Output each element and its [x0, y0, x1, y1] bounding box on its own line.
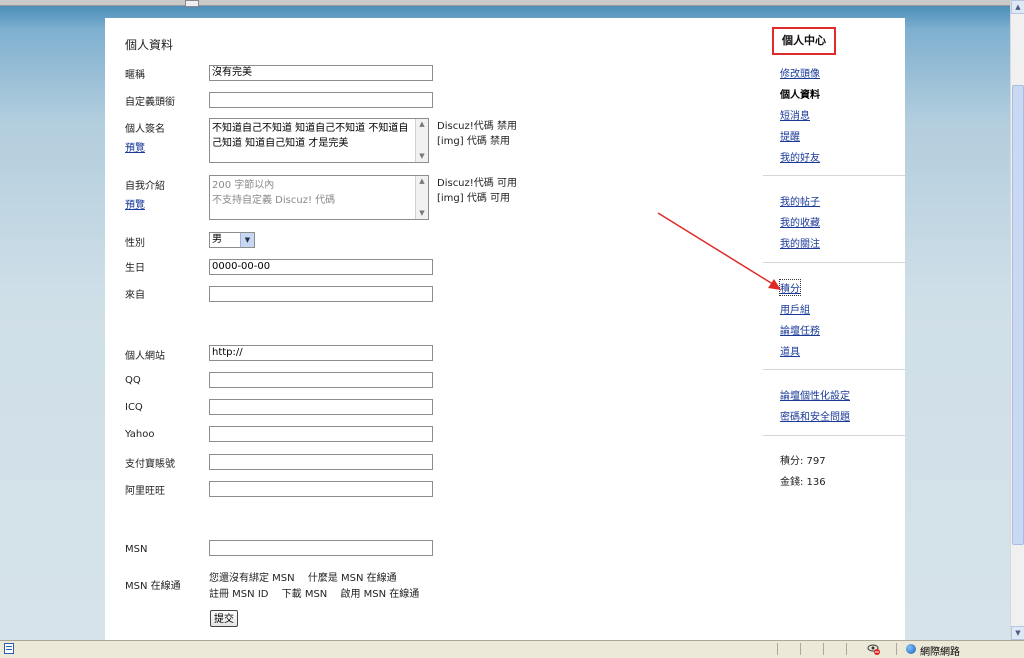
- scroll-up-icon[interactable]: ▲: [1011, 0, 1024, 14]
- page-title: 個人資料: [125, 38, 174, 52]
- scrollbar-thumb[interactable]: [1012, 85, 1024, 545]
- msn-online-row-1: 您還沒有綁定 MSN 什麼是 MSN 在線通: [209, 569, 407, 584]
- gender-select[interactable]: 男 ▼: [209, 232, 255, 248]
- bio-label: 自我介紹: [125, 181, 165, 192]
- sidebar-item-favorites[interactable]: 我的收藏: [780, 214, 820, 229]
- wangwang-input[interactable]: [209, 481, 433, 497]
- red-arrow-annotation: [657, 212, 781, 290]
- sidebar-item-friends[interactable]: 我的好友: [780, 149, 820, 164]
- sidebar-item-props[interactable]: 道具: [780, 343, 800, 358]
- submit-button[interactable]: 提交: [210, 610, 238, 627]
- nickname-label: 暱稱: [125, 70, 145, 81]
- from-label: 來自: [125, 290, 145, 301]
- enable-msn-online-link[interactable]: 啟用 MSN 在線通: [340, 589, 419, 600]
- signature-label: 個人簽名: [125, 124, 165, 135]
- yahoo-input[interactable]: [209, 426, 433, 442]
- sidebar-item-personalize[interactable]: 論壇個性化設定: [780, 387, 850, 402]
- status-divider: [800, 643, 801, 655]
- bio-textarea[interactable]: 200 字節以內 不支持自定義 Discuz! 代碼 ▲ ▼: [209, 175, 429, 220]
- gender-value: 男: [212, 234, 222, 245]
- status-divider: [846, 643, 847, 655]
- sidebar-item-usergroup[interactable]: 用戶組: [780, 301, 810, 316]
- bio-preview-link[interactable]: 預覽: [125, 196, 165, 211]
- signature-scrollbar[interactable]: ▲ ▼: [415, 119, 428, 162]
- qq-input[interactable]: [209, 372, 433, 388]
- page-done-icon: [4, 643, 14, 654]
- bio-notes: Discuz!代碼 可用 [img] 代碼 可用: [437, 176, 517, 206]
- bio-note-img: [img] 代碼 可用: [437, 193, 511, 204]
- scroll-up-icon[interactable]: ▲: [416, 119, 428, 130]
- scroll-up-icon[interactable]: ▲: [416, 176, 428, 187]
- msn-not-bound-text: 您還沒有綁定 MSN: [209, 573, 295, 584]
- signature-line-1: 不知道自己不知道 知道自己不知道 不知道自: [212, 123, 409, 134]
- profile-page: 個人資料 暱稱 沒有完美 自定義頭銜 個人簽名 預覽 不知道自己不知道 知道自己…: [105, 18, 905, 640]
- sidebar-item-profile: 個人資料: [780, 90, 820, 101]
- sidebar-item-avatar[interactable]: 修改頭像: [780, 65, 820, 80]
- scroll-down-icon[interactable]: ▼: [1011, 626, 1024, 640]
- status-divider: [777, 643, 778, 655]
- msn-online-label: MSN 在線通: [125, 581, 181, 592]
- credits-stat: 積分: 797: [780, 456, 826, 467]
- signature-note-img: [img] 代碼 禁用: [437, 136, 511, 147]
- bio-placeholder-1: 200 字節以內: [212, 180, 275, 191]
- sidebar-item-following[interactable]: 我的關注: [780, 235, 820, 250]
- signature-notes: Discuz!代碼 禁用 [img] 代碼 禁用: [437, 119, 517, 149]
- wangwang-label: 阿里旺旺: [125, 486, 165, 497]
- signature-textarea[interactable]: 不知道自己不知道 知道自己不知道 不知道自 己知道 知道自己知道 才是完美 ▲ …: [209, 118, 429, 163]
- birthday-input[interactable]: 0000-00-00: [209, 259, 433, 275]
- alipay-label: 支付寶賬號: [125, 459, 175, 470]
- internet-zone-icon: [906, 644, 916, 654]
- what-is-msn-online-link[interactable]: 什麼是 MSN 在線通: [308, 573, 397, 584]
- signature-note-discuz: Discuz!代碼 禁用: [437, 121, 517, 132]
- sidebar-item-security[interactable]: 密碼和安全問題: [780, 408, 850, 423]
- scroll-down-icon[interactable]: ▼: [416, 151, 428, 162]
- register-msn-link[interactable]: 註冊 MSN ID: [209, 589, 268, 600]
- download-msn-link[interactable]: 下載 MSN: [282, 589, 328, 600]
- security-zone-label: 網際網路: [920, 647, 960, 658]
- icq-label: ICQ: [125, 402, 143, 413]
- status-divider: [823, 643, 824, 655]
- sidebar-item-tasks[interactable]: 論壇任務: [780, 322, 820, 337]
- msn-input[interactable]: [209, 540, 433, 556]
- chevron-down-icon[interactable]: ▼: [240, 233, 254, 247]
- yahoo-label: Yahoo: [125, 429, 155, 440]
- from-input[interactable]: [209, 286, 433, 302]
- money-stat: 金錢: 136: [780, 477, 826, 488]
- website-label: 個人網站: [125, 351, 165, 362]
- msn-label: MSN: [125, 544, 148, 555]
- status-bar: 網際網路: [0, 640, 1024, 658]
- toolbar-fragment: [185, 0, 199, 7]
- page-scrollbar[interactable]: ▲ ▼: [1010, 0, 1024, 640]
- signature-line-2: 己知道 知道自己知道 才是完美: [212, 138, 349, 149]
- website-input[interactable]: http://: [209, 345, 433, 361]
- sidebar-item-notices[interactable]: 提醒: [780, 128, 800, 143]
- bio-scrollbar[interactable]: ▲ ▼: [415, 176, 428, 219]
- signature-label-block: 個人簽名 預覽: [125, 120, 165, 154]
- nickname-input[interactable]: 沒有完美: [209, 65, 433, 81]
- custom-title-input[interactable]: [209, 92, 433, 108]
- bio-placeholder-2: 不支持自定義 Discuz! 代碼: [212, 195, 336, 206]
- scroll-down-icon[interactable]: ▼: [416, 208, 428, 219]
- sidebar-title: 個人中心: [772, 27, 836, 55]
- sidebar-item-posts[interactable]: 我的帖子: [780, 193, 820, 208]
- qq-label: QQ: [125, 375, 141, 386]
- alipay-input[interactable]: [209, 454, 433, 470]
- gender-label: 性別: [125, 238, 145, 249]
- custom-title-label: 自定義頭銜: [125, 97, 175, 108]
- sidebar-divider: [763, 435, 905, 436]
- bio-label-block: 自我介紹 預覽: [125, 177, 165, 211]
- sidebar-divider: [763, 369, 905, 370]
- birthday-label: 生日: [125, 263, 145, 274]
- icq-input[interactable]: [209, 399, 433, 415]
- sidebar-item-messages[interactable]: 短消息: [780, 107, 810, 122]
- sidebar-divider: [763, 175, 905, 176]
- msn-online-row-2: 註冊 MSN ID 下載 MSN 啟用 MSN 在線通: [209, 585, 429, 600]
- signature-preview-link[interactable]: 預覽: [125, 139, 165, 154]
- browser-top-edge: [0, 0, 1010, 7]
- privacy-blocked-icon[interactable]: [867, 643, 881, 655]
- status-divider: [896, 643, 897, 655]
- bio-note-discuz: Discuz!代碼 可用: [437, 178, 517, 189]
